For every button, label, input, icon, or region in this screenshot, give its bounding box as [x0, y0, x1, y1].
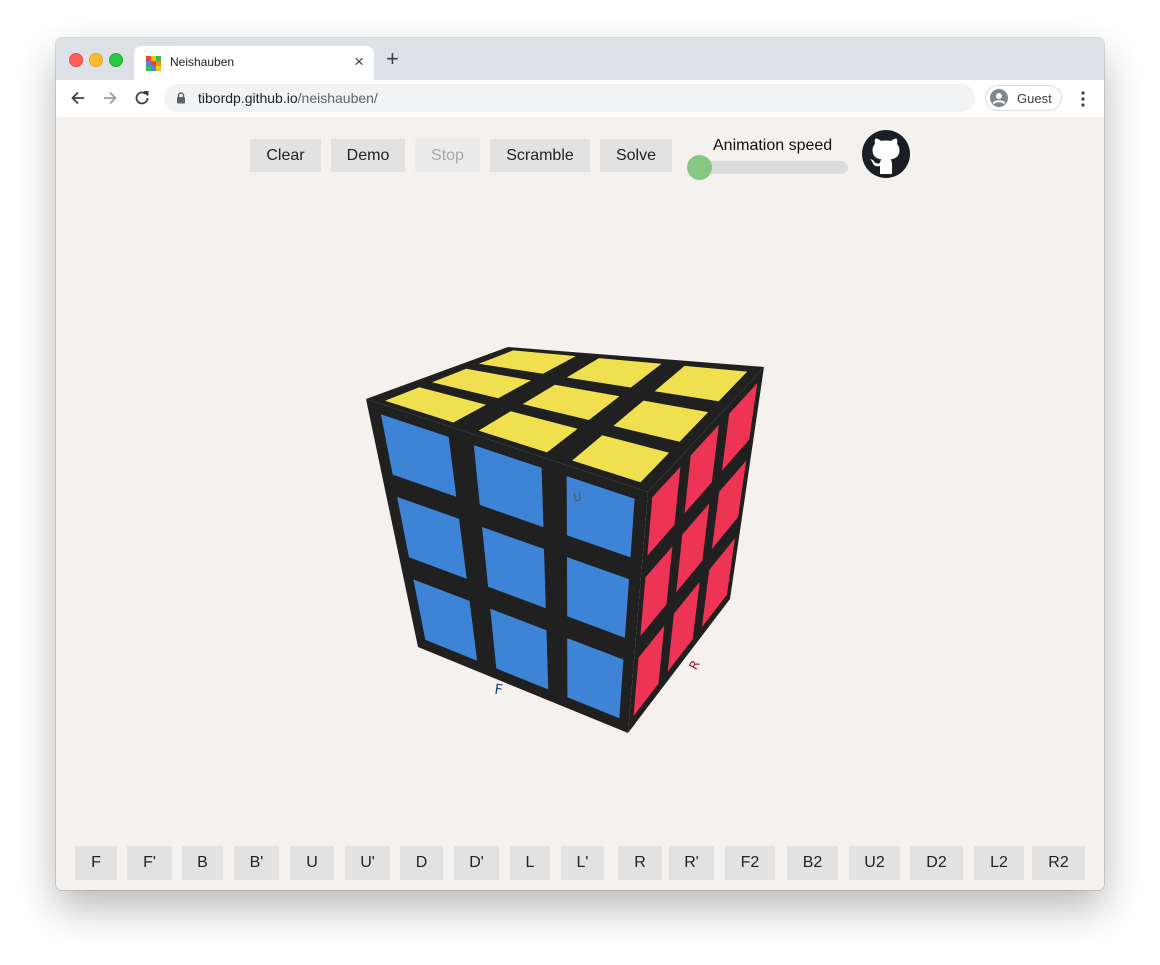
move-d-button[interactable]: D: [400, 846, 443, 880]
animation-speed-slider-thumb[interactable]: [687, 155, 712, 180]
close-window-button[interactable]: [69, 53, 83, 67]
move-b-prime-button[interactable]: B': [234, 846, 279, 880]
browser-toolbar: tibordp.github.io/neishauben/ Guest: [56, 80, 1104, 118]
move-l-prime-button[interactable]: L': [561, 846, 604, 880]
clear-button[interactable]: Clear: [250, 139, 321, 172]
profile-label: Guest: [1017, 91, 1052, 106]
move-buttons-row: F F' B B' U U' D D' L L' R R' F2 B2 U2 D2 L2 R2: [56, 846, 1104, 880]
github-icon[interactable]: [862, 130, 910, 178]
tab-bar: Neishauben × +: [56, 38, 1104, 80]
animation-speed-slider[interactable]: [692, 161, 848, 174]
move-r-button[interactable]: R: [618, 846, 662, 880]
minimize-window-button[interactable]: [89, 53, 103, 67]
move-u-button[interactable]: U: [290, 846, 334, 880]
back-arrow-icon[interactable]: [68, 88, 88, 108]
new-tab-button[interactable]: +: [386, 48, 399, 70]
cube-favicon-icon: [146, 56, 162, 72]
solve-button[interactable]: Solve: [600, 139, 672, 172]
tab-close-icon[interactable]: ×: [354, 52, 364, 72]
scramble-button[interactable]: Scramble: [490, 139, 590, 172]
url-path: /neishauben/: [297, 90, 378, 106]
profile-icon: [990, 89, 1008, 107]
move-d-prime-button[interactable]: D': [454, 846, 499, 880]
url-text: tibordp.github.io/neishauben/: [198, 90, 378, 106]
browser-tab[interactable]: Neishauben ×: [134, 46, 374, 80]
move-l-button[interactable]: L: [510, 846, 550, 880]
front-face-label: F: [493, 682, 503, 699]
url-host: tibordp.github.io: [198, 90, 298, 106]
move-u-prime-button[interactable]: U': [345, 846, 390, 880]
profile-button[interactable]: Guest: [985, 85, 1062, 111]
maximize-window-button[interactable]: [109, 53, 123, 67]
move-r2-button[interactable]: R2: [1032, 846, 1085, 880]
address-bar[interactable]: tibordp.github.io/neishauben/: [164, 84, 975, 112]
browser-window: Neishauben × + tibordp.github.io/neishau…: [56, 38, 1104, 890]
forward-arrow-icon[interactable]: [100, 88, 120, 108]
lock-icon: [177, 92, 185, 104]
move-l2-button[interactable]: L2: [974, 846, 1024, 880]
move-u2-button[interactable]: U2: [849, 846, 900, 880]
stop-button: Stop: [415, 139, 480, 172]
menu-dots-icon[interactable]: [1075, 89, 1091, 109]
move-f-prime-button[interactable]: F': [127, 846, 172, 880]
right-face-label: R: [686, 658, 702, 672]
move-r-prime-button[interactable]: R': [669, 846, 714, 880]
move-f-button[interactable]: F: [75, 846, 117, 880]
reload-icon[interactable]: [132, 88, 152, 108]
page-content: Clear Demo Stop Scramble Solve Animation…: [56, 117, 1104, 890]
move-b-button[interactable]: B: [182, 846, 223, 880]
animation-speed-label: Animation speed: [713, 137, 833, 154]
move-d2-button[interactable]: D2: [910, 846, 963, 880]
move-b2-button[interactable]: B2: [787, 846, 838, 880]
demo-button[interactable]: Demo: [331, 139, 405, 172]
tab-title: Neishauben: [170, 55, 235, 69]
move-f2-button[interactable]: F2: [725, 846, 775, 880]
rubiks-cube-3d-view[interactable]: U F R: [346, 337, 766, 757]
